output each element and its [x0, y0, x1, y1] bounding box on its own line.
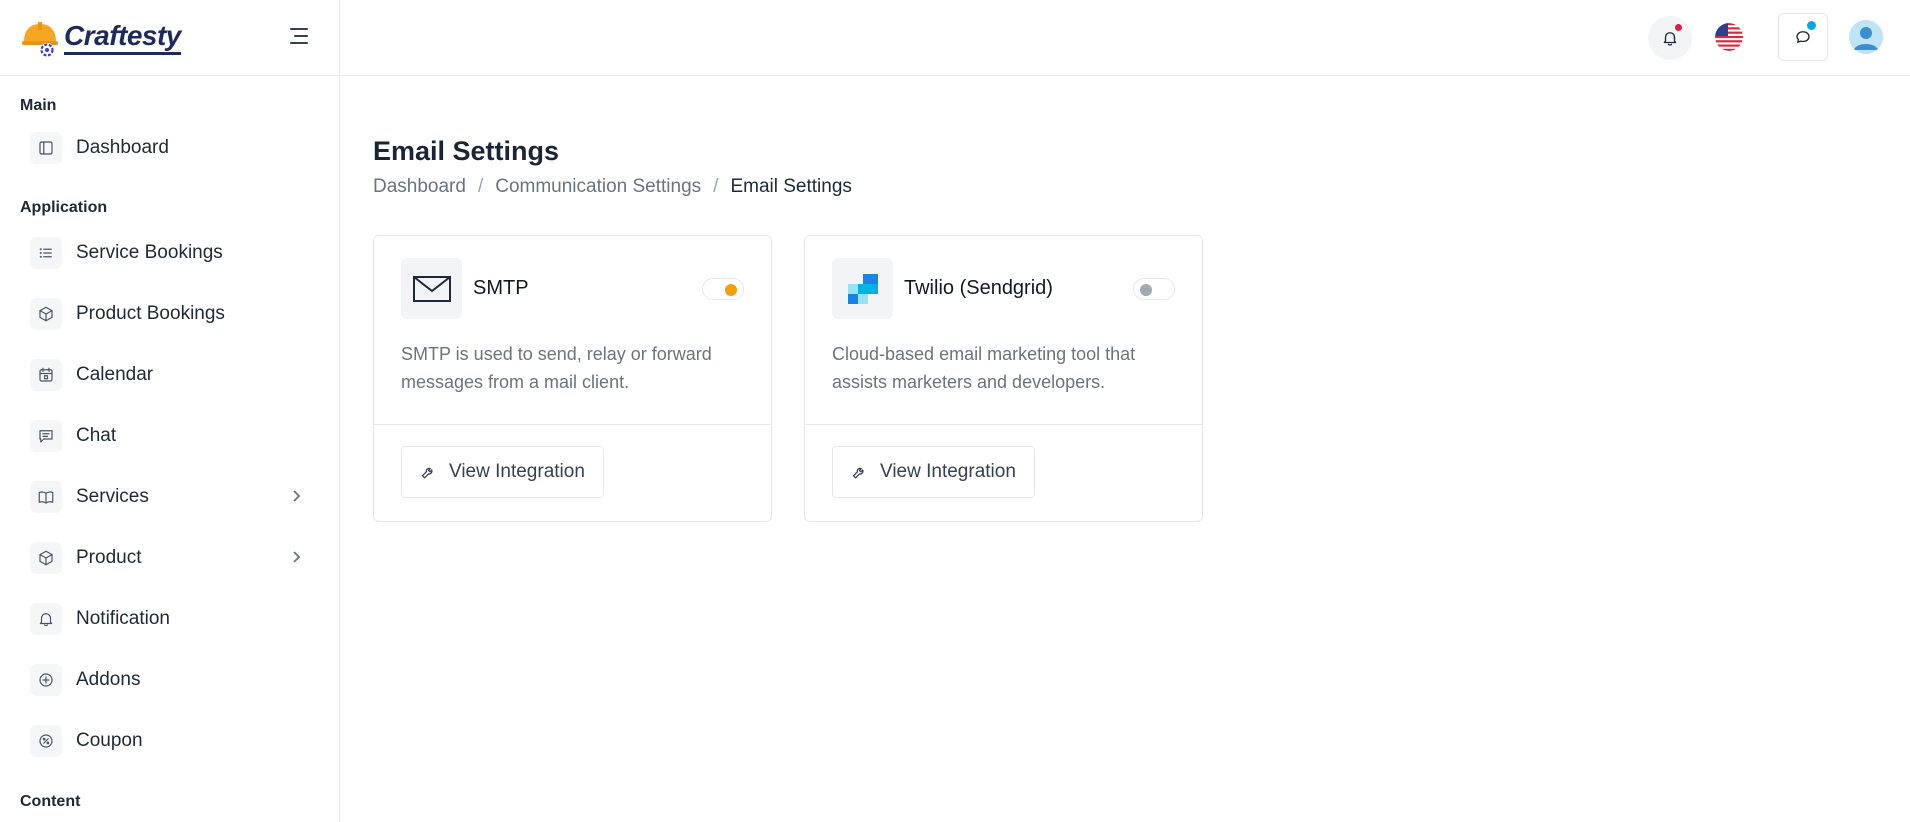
sidebar-item-product-bookings[interactable]: Product Bookings	[0, 283, 339, 344]
sidebar-item-services[interactable]: Services	[0, 466, 339, 527]
chevron-right-icon	[290, 550, 302, 564]
button-label: View Integration	[880, 461, 1016, 482]
section-label-application: Application	[20, 199, 108, 216]
sidebar-item-label: Coupon	[76, 729, 143, 751]
list-icon	[30, 236, 62, 269]
brand: Craftesty	[0, 0, 339, 76]
breadcrumb-dashboard[interactable]: Dashboard	[373, 176, 466, 198]
card-description: Cloud-based email marketing tool that as…	[832, 344, 1136, 392]
sidebar: Craftesty Main Dashboard Application Ser…	[0, 0, 340, 822]
smtp-enable-toggle[interactable]	[702, 278, 744, 300]
book-icon	[30, 480, 62, 513]
sidebar-item-label: Addons	[76, 668, 141, 690]
view-integration-button-smtp[interactable]: View Integration	[401, 446, 604, 498]
discount-icon	[30, 724, 62, 757]
chat-icon	[1796, 31, 1810, 43]
avatar[interactable]	[1849, 20, 1883, 54]
sendgrid-logo-icon	[832, 258, 893, 319]
brand-logo-icon	[20, 18, 60, 58]
sidebar-item-coupon[interactable]: Coupon	[0, 710, 339, 771]
sidebar-item-label: Service Bookings	[76, 241, 223, 263]
chevron-right-icon	[290, 489, 302, 503]
message-icon	[30, 419, 62, 452]
sendgrid-enable-toggle[interactable]	[1133, 278, 1175, 300]
sidebar-item-label: Dashboard	[76, 136, 169, 158]
section-label-main: Main	[20, 97, 57, 114]
section-label-content: Content	[20, 793, 81, 810]
sidebar-item-product[interactable]: Product	[0, 527, 339, 588]
brand-name: Craftesty	[64, 20, 181, 55]
sidebar-item-addons[interactable]: Addons	[0, 649, 339, 710]
menu-toggle-icon[interactable]	[290, 28, 312, 48]
page-title: Email Settings	[373, 136, 560, 166]
layout-sidebar-icon	[30, 131, 62, 164]
chat-dot	[1807, 21, 1816, 30]
card-divider	[805, 424, 1202, 425]
notification-dot	[1673, 22, 1684, 33]
breadcrumb: Dashboard / Communication Settings / Ema…	[373, 176, 852, 198]
card-description: SMTP is used to send, relay or forward m…	[401, 344, 712, 392]
wrench-icon	[421, 467, 433, 478]
card-title: Twilio (Sendgrid)	[904, 277, 1053, 299]
sidebar-item-service-bookings[interactable]: Service Bookings	[0, 222, 339, 283]
topbar	[341, 0, 1910, 76]
breadcrumb-separator: /	[713, 176, 719, 197]
sidebar-item-label: Product Bookings	[76, 302, 225, 324]
breadcrumb-communication-settings[interactable]: Communication Settings	[495, 176, 701, 198]
sidebar-item-label: Services	[76, 485, 149, 507]
sidebar-item-chat[interactable]: Chat	[0, 405, 339, 466]
wrench-icon	[852, 467, 864, 478]
button-label: View Integration	[449, 461, 585, 482]
sidebar-item-dashboard[interactable]: Dashboard	[0, 117, 339, 178]
language-selector[interactable]	[1715, 23, 1743, 51]
breadcrumb-current: Email Settings	[730, 176, 852, 197]
sidebar-item-label: Product	[76, 546, 142, 568]
sidebar-item-notification[interactable]: Notification	[0, 588, 339, 649]
notifications-button[interactable]	[1648, 16, 1692, 60]
box-icon	[30, 297, 62, 330]
card-title: SMTP	[473, 277, 529, 299]
plus-circle-icon	[30, 663, 62, 696]
integration-card-smtp: SMTP SMTP is used to send, relay or forw…	[373, 235, 772, 522]
view-integration-button-sendgrid[interactable]: View Integration	[832, 446, 1035, 498]
breadcrumb-separator: /	[477, 176, 484, 197]
us-flag-icon	[1715, 23, 1743, 51]
sidebar-item-label: Chat	[76, 424, 117, 446]
messages-button[interactable]	[1778, 13, 1828, 61]
card-divider	[374, 424, 771, 425]
sidebar-item-label: Notification	[76, 607, 170, 629]
envelope-icon	[401, 258, 462, 319]
user-avatar-icon	[1849, 20, 1883, 54]
sidebar-item-calendar[interactable]: Calendar	[0, 344, 339, 405]
bell-icon	[30, 602, 62, 635]
sidebar-item-label: Calendar	[76, 363, 154, 385]
integration-card-twilio-sendgrid: Twilio (Sendgrid) Cloud-based email mark…	[804, 235, 1203, 522]
box-icon	[30, 541, 62, 574]
calendar-icon	[30, 358, 62, 391]
